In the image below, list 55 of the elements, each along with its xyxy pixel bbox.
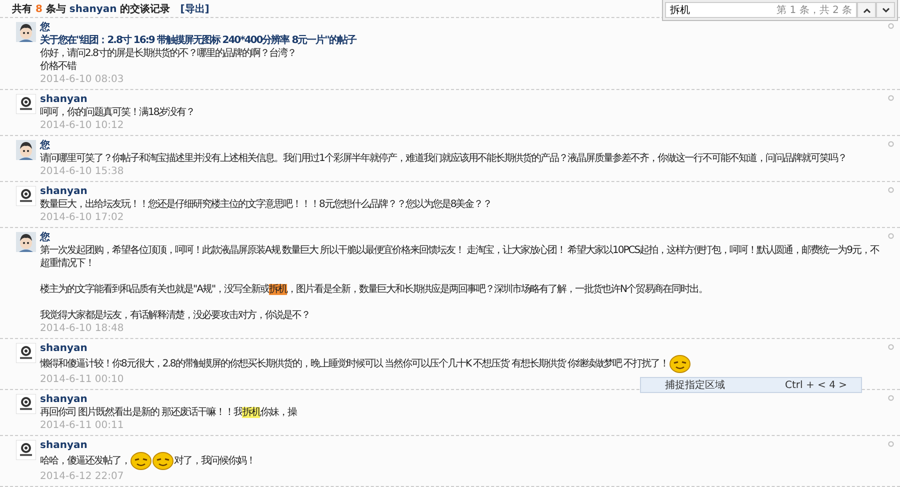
context-menu-item[interactable]: 捕捉指定区域 Ctrl + < 4 > (640, 377, 862, 393)
avatar-icon (16, 94, 36, 114)
emoticon-icon (130, 452, 152, 470)
author-name: shanyan (40, 393, 88, 406)
message-time: 2014-6-11 00:10 (40, 373, 124, 386)
message-text: 价格不错 (40, 61, 76, 72)
caret-down-icon (882, 8, 890, 12)
dot-icon[interactable] (888, 23, 894, 29)
message-subject: 关于您在"组团：2.8寸 16:9 带触摸屏无图标 240*400分辨率 8元一片"的帖子 (40, 34, 356, 47)
previous-match-button[interactable] (857, 2, 876, 18)
find-field[interactable]: 拆机 第 1 条，共 2 条 (665, 2, 857, 18)
caret-up-icon (862, 8, 870, 12)
message-text: 对了，我问候你妈！ (174, 456, 255, 467)
message-time: 2014-6-11 00:11 (40, 419, 124, 432)
author-name: 您 (40, 231, 50, 244)
record-count-heading: 共有 8 条与 shanyan 的交谈记录 (12, 2, 170, 16)
message-text: 请问哪里可笑了？你帖子和淘宝描述里并没有上述相关信息。我们用过1个彩屏半年就停产，难道我们就应该用不能长期供货的产品？液晶屏质量参差不齐，你做这一行不可能不知道，问问品牌就可笑吗？ (40, 153, 846, 164)
avatar-icon (16, 394, 36, 414)
export-link[interactable]: [导出] (180, 2, 210, 16)
message-text: 懒得和傻逼计较！你8元很大，2.8的带触摸屏的你想买长期供货的，晚上睡觉时候可以 当然你可以压个几十K 不想压货 有想长期供货 你继续做梦吧 不打扰了！ (40, 358, 669, 370)
message-time: 2014-6-10 08:03 (40, 73, 124, 86)
dot-icon[interactable] (888, 441, 894, 447)
dot-icon[interactable] (888, 95, 894, 101)
match-counter: 第 1 条，共 2 条 (776, 4, 852, 17)
message-text: 哈哈，傻逼还发帖了， (40, 456, 130, 467)
message-text: 呵呵，你的问题真可笑！满18岁没有？ (40, 107, 195, 118)
author-name: 您 (40, 139, 50, 152)
avatar-icon (16, 232, 36, 252)
message-time: 2014-6-10 17:02 (40, 211, 124, 224)
message-text: 第一次发起团购，希望各位顶顶，呵呵！此款液晶屏原装A规 数量巨大 所以干脆以最便宜价格来回馈坛友！ 走淘宝，让大家放心团！ 希望大家以10PCS起拍，这样方便打包，呵呵！默认圆通，邮费统一为9元，不超重情况下！ (40, 245, 880, 269)
author-name: shanyan (40, 185, 88, 198)
dot-icon[interactable] (888, 141, 894, 147)
dot-icon[interactable] (888, 187, 894, 193)
message-time: 2014-6-10 10:12 (40, 119, 124, 132)
emoticon-icon (668, 355, 691, 373)
message-time: 2014-6-10 18:48 (40, 322, 124, 335)
message-time: 2014-6-12 22:07 (40, 470, 124, 483)
avatar-icon (16, 140, 36, 160)
avatar-icon (16, 440, 36, 460)
author-name: 您 (40, 21, 50, 34)
avatar-icon (16, 186, 36, 206)
message-time: 2014-6-10 15:38 (40, 165, 124, 178)
dot-icon[interactable] (888, 344, 894, 350)
author-name: shanyan (40, 342, 88, 355)
author-name: shanyan (40, 93, 88, 106)
next-match-button[interactable] (876, 2, 895, 18)
avatar-icon (16, 343, 36, 363)
author-name: shanyan (40, 439, 88, 452)
emoticon-icon (152, 452, 174, 470)
dot-icon[interactable] (888, 395, 894, 401)
message-text: 我觉得大家都是坛友，有话解释清楚，没必要攻击对方，你说是不？ (40, 310, 310, 321)
avatar-icon (16, 22, 36, 42)
message-text: 你好，请问2.8寸的屏是长期供货的不？哪里的品牌的啊？台湾？ (40, 48, 296, 59)
message-text: 数量巨大，出给坛友玩！！您还是仔细研究楼主位的文字意思吧！！！8元您想什么品牌？？您以为您是8美金？？ (40, 199, 492, 210)
dot-icon[interactable] (888, 233, 894, 239)
